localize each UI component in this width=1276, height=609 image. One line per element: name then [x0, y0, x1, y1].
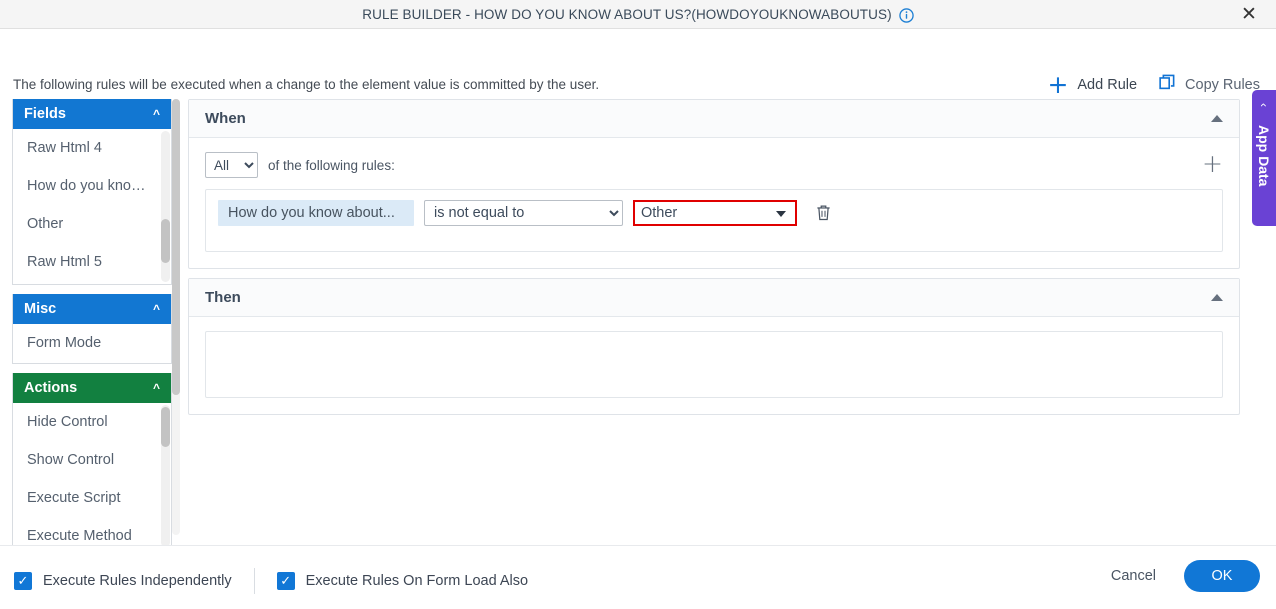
app-data-label: App Data — [1256, 125, 1272, 187]
when-section: When All of the following rules: + How d… — [188, 99, 1240, 269]
execute-rules-on-form-load-checkbox[interactable]: ✓ Execute Rules On Form Load Also — [276, 572, 529, 590]
plus-icon: + — [1047, 70, 1069, 99]
app-data-tab[interactable]: ‹ App Data — [1252, 90, 1276, 226]
panel-spacer-1 — [12, 285, 181, 294]
panel-misc: Misc ^ Form Mode — [12, 294, 172, 364]
add-condition-button[interactable]: + — [1202, 151, 1223, 176]
chevron-down-icon — [776, 211, 786, 217]
execute-rules-independently-label: Execute Rules Independently — [43, 573, 232, 589]
then-title: Then — [205, 289, 241, 306]
sidebar-item-raw-html-4[interactable]: Raw Html 4 — [13, 129, 171, 167]
dialog-footer: ✓ Execute Rules Independently ✓ Execute … — [0, 545, 1276, 609]
copy-rules-label: Copy Rules — [1185, 77, 1260, 93]
cancel-button[interactable]: Cancel — [1101, 560, 1166, 592]
chevron-up-icon: ^ — [152, 302, 160, 316]
sidebar-item-how-do-you-know[interactable]: How do you kno… — [13, 167, 171, 205]
chevron-up-icon: ^ — [152, 107, 160, 121]
then-section-header[interactable]: Then — [189, 279, 1239, 317]
match-type-select[interactable]: All — [205, 152, 258, 178]
match-label: of the following rules: — [268, 157, 395, 173]
sidebar-item-show-control[interactable]: Show Control — [13, 441, 171, 479]
chevron-up-icon: ^ — [152, 381, 160, 395]
fields-scrollbar-thumb[interactable] — [161, 219, 170, 263]
panel-title-fields: Fields — [24, 106, 66, 122]
panel-spacer-2 — [12, 364, 181, 373]
when-section-body: All of the following rules: + How do you… — [189, 138, 1239, 268]
panel-header-actions[interactable]: Actions ^ — [13, 373, 171, 403]
chevron-left-icon: ‹ — [1257, 103, 1271, 107]
panel-body-misc: Form Mode — [13, 324, 171, 363]
palette-scrollbar-thumb[interactable] — [172, 99, 180, 395]
sidebar-item-execute-script[interactable]: Execute Script — [13, 479, 171, 517]
then-section: Then — [188, 278, 1240, 415]
condition-row: How do you know about... is not equal to… — [205, 189, 1223, 252]
then-section-body — [189, 317, 1239, 414]
rules-description: The following rules will be executed whe… — [13, 77, 600, 92]
rule-editor: When All of the following rules: + How d… — [188, 99, 1240, 535]
then-dropzone[interactable] — [205, 331, 1223, 398]
info-circle-icon[interactable] — [898, 7, 914, 23]
condition-value-text: Other — [641, 205, 678, 221]
execute-rules-independently-checkbox[interactable]: ✓ Execute Rules Independently — [14, 572, 232, 590]
header-actions: + Add Rule Copy Rules — [1047, 70, 1260, 99]
panel-title-misc: Misc — [24, 301, 57, 317]
copy-rules-button[interactable]: Copy Rules — [1159, 74, 1260, 96]
execute-rules-on-form-load-label: Execute Rules On Form Load Also — [305, 573, 529, 589]
actions-scrollbar-track[interactable] — [161, 405, 170, 547]
panel-header-fields[interactable]: Fields ^ — [13, 99, 171, 129]
condition-field-chip[interactable]: How do you know about... — [218, 200, 414, 226]
add-rule-button[interactable]: + Add Rule — [1047, 70, 1138, 99]
ok-button[interactable]: OK — [1184, 560, 1260, 592]
panel-title-actions: Actions — [24, 380, 78, 396]
dialog-title-bar: RULE BUILDER - HOW DO YOU KNOW ABOUT US?… — [0, 0, 1276, 29]
panel-fields: Fields ^ Raw Html 4 How do you kno… Othe… — [12, 99, 172, 285]
checkbox-check-icon: ✓ — [276, 572, 295, 590]
match-row: All of the following rules: + — [205, 151, 1223, 178]
sidebar-item-hide-control[interactable]: Hide Control — [13, 403, 171, 441]
condition-value-select[interactable]: Other — [633, 200, 797, 226]
page-title: RULE BUILDER - HOW DO YOU KNOW ABOUT US?… — [362, 6, 892, 22]
collapse-caret-icon[interactable] — [1211, 115, 1223, 122]
footer-checkboxes: ✓ Execute Rules Independently ✓ Execute … — [14, 568, 528, 594]
when-title: When — [205, 110, 246, 127]
panel-body-fields: Raw Html 4 How do you kno… Other Raw Htm… — [13, 129, 171, 284]
subheader: The following rules will be executed whe… — [0, 29, 1276, 97]
panel-body-actions: Hide Control Show Control Execute Script… — [13, 403, 171, 549]
add-rule-label: Add Rule — [1077, 77, 1138, 93]
delete-condition-button[interactable] — [815, 203, 832, 227]
fields-scrollbar-track[interactable] — [161, 131, 170, 282]
footer-divider — [253, 568, 255, 594]
panel-header-misc[interactable]: Misc ^ — [13, 294, 171, 324]
when-section-header[interactable]: When — [189, 100, 1239, 138]
sidebar-item-other[interactable]: Other — [13, 205, 171, 243]
footer-buttons: Cancel OK — [1101, 560, 1260, 592]
left-palette: Fields ^ Raw Html 4 How do you kno… Othe… — [12, 99, 181, 550]
sidebar-item-raw-html-5[interactable]: Raw Html 5 — [13, 243, 171, 281]
collapse-caret-icon[interactable] — [1211, 294, 1223, 301]
checkbox-check-icon: ✓ — [14, 572, 32, 590]
sidebar-item-form-mode[interactable]: Form Mode — [13, 324, 171, 362]
copy-icon — [1159, 74, 1176, 96]
palette-scrollbar-track[interactable] — [172, 99, 180, 535]
close-icon[interactable]: ✕ — [1232, 0, 1266, 29]
actions-scrollbar-thumb[interactable] — [161, 407, 170, 447]
panel-actions: Actions ^ Hide Control Show Control Exec… — [12, 373, 172, 550]
condition-operator-select[interactable]: is not equal to — [424, 200, 623, 226]
